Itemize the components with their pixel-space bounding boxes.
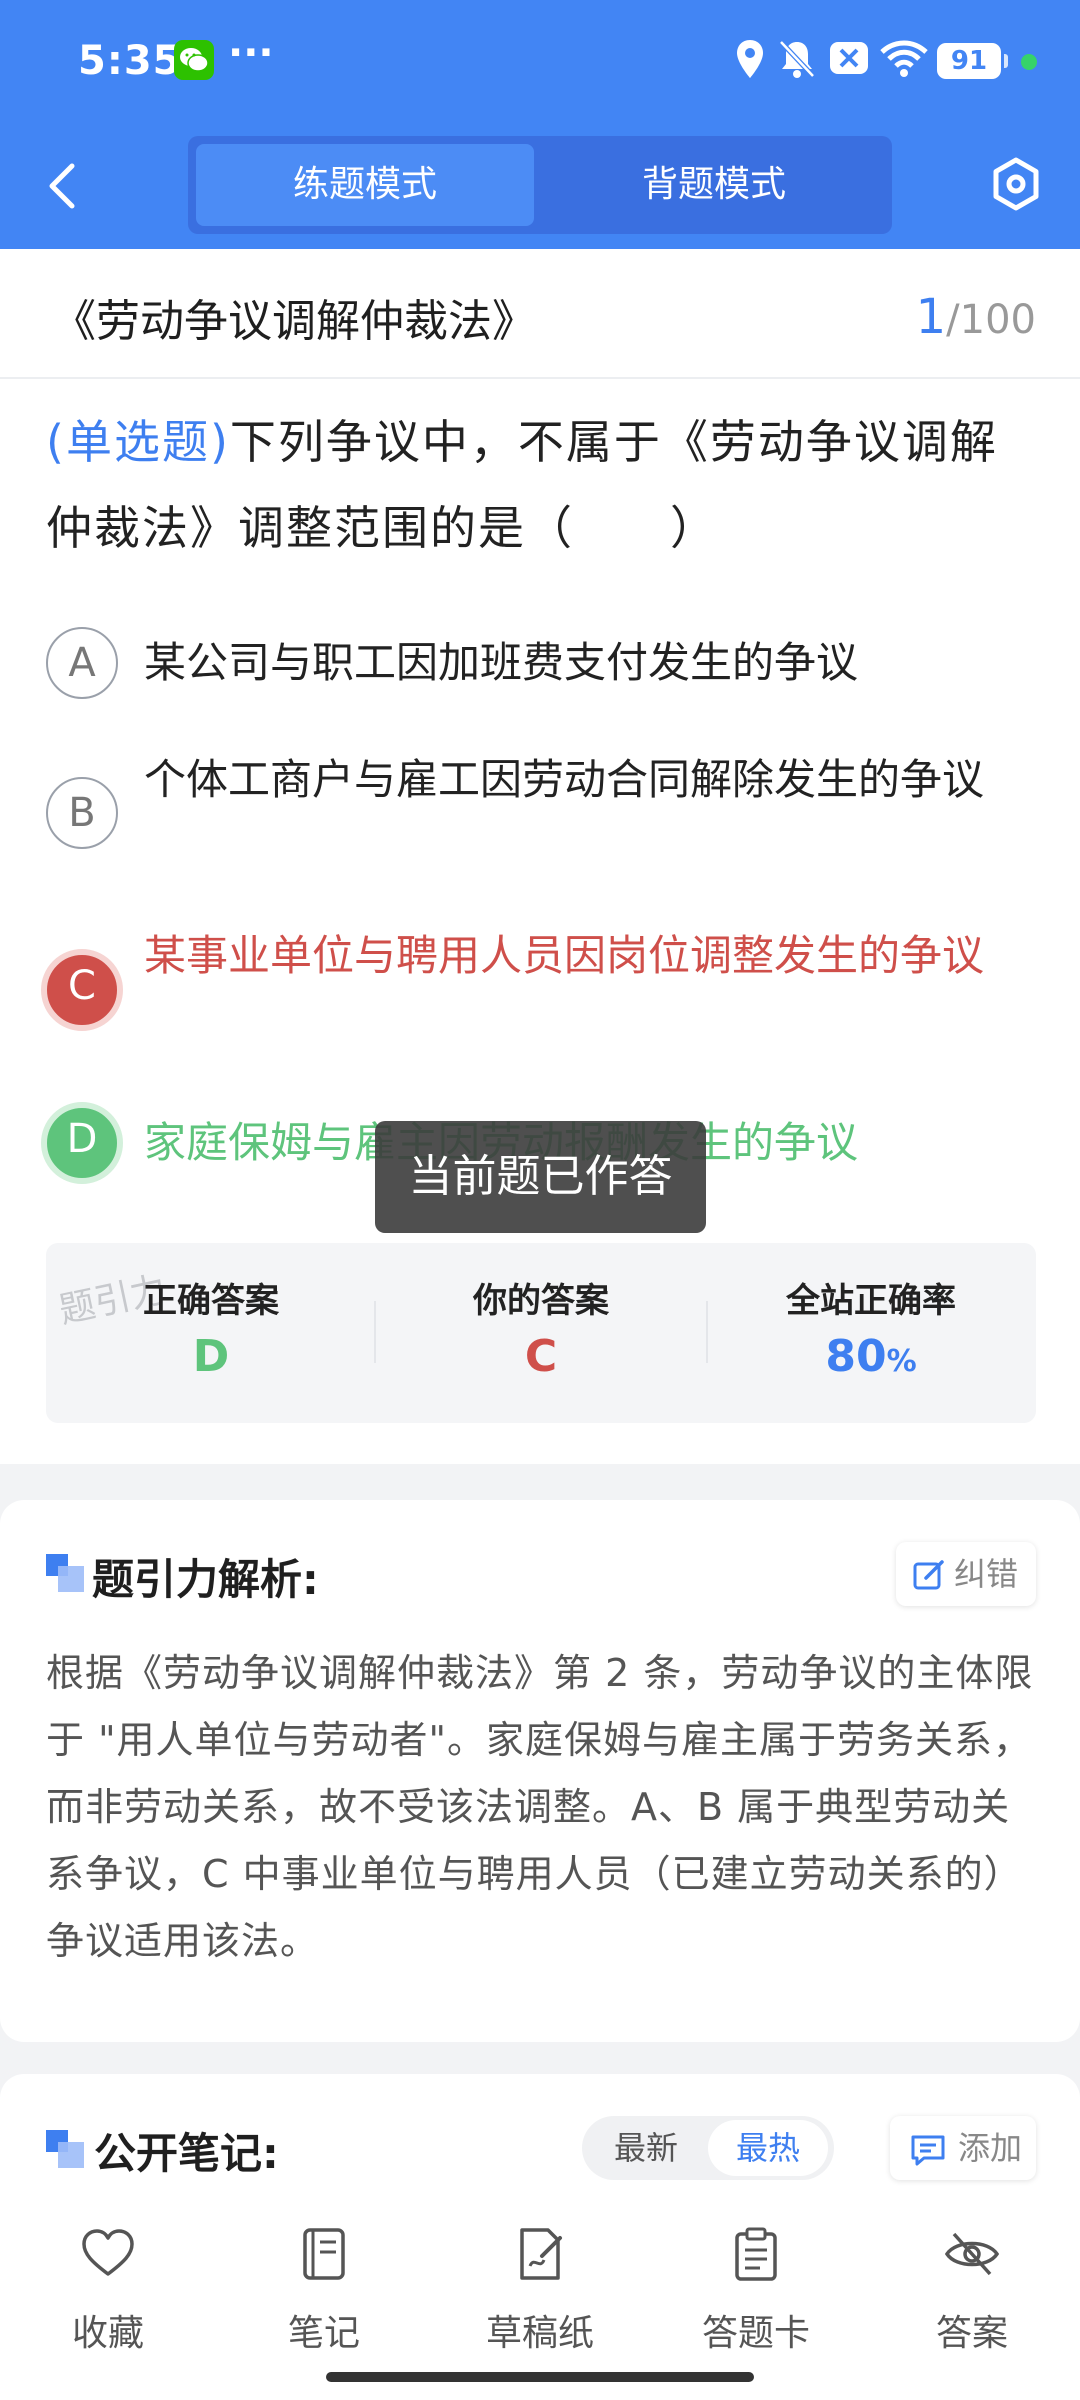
heart-icon — [82, 2229, 134, 2276]
comment-icon — [911, 2135, 945, 2166]
correct-answer-label: 正确答案 — [143, 1281, 279, 1321]
question-type-label: (单选题) — [46, 415, 230, 469]
tab-latest[interactable]: 最新 — [588, 2120, 704, 2176]
scratchpad-button[interactable]: 草稿纸 — [460, 2226, 620, 2356]
your-answer-value: C — [524, 1331, 558, 1382]
notes-label: 笔记 — [287, 2313, 360, 2354]
accuracy-stat: 全站正确率 80% — [706, 1243, 1036, 1423]
option-c[interactable]: C 某事业单位与聘用人员因岗位调整发生的争议 — [41, 925, 1036, 1055]
analysis-text: 根据《劳动争议调解仲裁法》第 2 条，劳动争议的主体限于 "用人单位与劳动者"。… — [46, 1651, 1034, 1963]
location-icon — [737, 40, 763, 78]
battery-icon: 91 — [937, 43, 1008, 79]
tab-practice-mode[interactable]: 练题模式 — [196, 144, 534, 226]
current-question-number: 1 — [915, 289, 947, 345]
option-a-text: 某公司与职工因加班费支付发生的争议 — [144, 638, 859, 687]
status-time: 5:35 — [78, 38, 182, 84]
report-error-label: 纠错 — [954, 1555, 1019, 1593]
question-text: (单选题)下列争议中，不属于《劳动争议调解仲裁法》调整范围的是（ ） — [46, 399, 1036, 571]
mode-switch: 练题模式 背题模式 — [188, 136, 892, 234]
question-card: 《劳动争议调解仲裁法》 1/100 (单选题)下列争议中，不属于《劳动争议调解仲… — [0, 249, 1080, 1464]
answer-sheet-button[interactable]: 答题卡 — [676, 2226, 836, 2356]
scratchpad-label: 草稿纸 — [485, 2313, 594, 2354]
option-a[interactable]: A 某公司与职工因加班费支付发生的争议 — [46, 627, 1036, 707]
notes-button[interactable]: 笔记 — [244, 2226, 404, 2356]
your-answer-label: 你的答案 — [473, 1281, 609, 1321]
option-c-text: 某事业单位与聘用人员因岗位调整发生的争议 — [144, 931, 985, 980]
notebook-icon — [303, 2228, 345, 2280]
report-error-button[interactable]: 纠错 — [896, 1542, 1036, 1606]
eye-off-icon — [944, 2232, 1000, 2276]
option-b[interactable]: B 个体工商户与雇工因劳动合同解除发生的争议 — [46, 749, 1036, 879]
show-answer-button[interactable]: 答案 — [892, 2226, 1052, 2356]
answered-toast: 当前题已作答 — [375, 1121, 706, 1233]
total-questions: /100 — [946, 297, 1036, 343]
section-icon — [46, 1554, 86, 1594]
show-answer-label: 答案 — [935, 2313, 1008, 2354]
wechat-icon — [174, 40, 214, 80]
scratchpad-icon — [520, 2228, 562, 2280]
favorite-button[interactable]: 收藏 — [28, 2226, 188, 2356]
settings-icon[interactable] — [988, 156, 1044, 212]
notes-sort-tabs: 最新 最热 — [582, 2116, 834, 2180]
accuracy-label: 全站正确率 — [786, 1281, 956, 1321]
option-a-letter: A — [46, 627, 118, 699]
bottom-toolbar: 收藏 笔记 草稿纸 答题卡 答案 — [0, 2190, 1080, 2400]
your-answer-stat: 你的答案 C — [376, 1243, 706, 1423]
privacy-indicator — [1021, 54, 1037, 70]
accuracy-unit: % — [886, 1344, 917, 1379]
more-notifications-icon: ··· — [228, 30, 274, 76]
edit-icon — [913, 1560, 944, 1590]
question-titlebar: 《劳动争议调解仲裁法》 1/100 — [0, 249, 1080, 379]
tab-hottest[interactable]: 最热 — [708, 2120, 828, 2176]
mute-icon — [779, 40, 815, 78]
add-note-label: 添加 — [958, 2129, 1023, 2167]
question-counter: 1/100 — [916, 289, 1036, 345]
answer-stats: 题引力 正确答案 D 你的答案 C 全站正确率 80% — [46, 1243, 1036, 1423]
option-b-letter: B — [46, 777, 118, 849]
option-c-letter: C — [41, 949, 123, 1031]
clipboard-icon — [735, 2227, 777, 2281]
add-note-button[interactable]: 添加 — [890, 2116, 1036, 2180]
status-bar: 5:35 ··· 91 — [0, 30, 1080, 94]
wifi-icon — [880, 40, 928, 77]
back-icon[interactable] — [40, 158, 90, 214]
close-box-icon — [830, 42, 868, 74]
accuracy-number: 80 — [825, 1331, 887, 1382]
notes-title: 公开笔记: — [94, 2129, 279, 2178]
analysis-card: 题引力解析: 纠错 根据《劳动争议调解仲裁法》第 2 条，劳动争议的主体限于 "… — [0, 1500, 1080, 2042]
tab-memorize-mode[interactable]: 背题模式 — [544, 144, 884, 226]
home-indicator[interactable] — [326, 2372, 754, 2382]
correct-answer-stat: 正确答案 D — [46, 1243, 376, 1423]
analysis-title: 题引力解析: — [92, 1555, 319, 1604]
option-b-text: 个体工商户与雇工因劳动合同解除发生的争议 — [144, 755, 985, 804]
favorite-label: 收藏 — [71, 2313, 144, 2354]
app-header: 5:35 ··· 91 练题模式 背题模式 — [0, 0, 1080, 249]
law-title: 《劳动争议调解仲裁法》 — [52, 296, 536, 347]
option-d-letter: D — [41, 1102, 123, 1184]
answer-sheet-label: 答题卡 — [701, 2313, 810, 2354]
section-icon — [46, 2130, 86, 2170]
correct-answer-value: D — [192, 1331, 230, 1382]
accuracy-value: 80% — [706, 1331, 1036, 1382]
